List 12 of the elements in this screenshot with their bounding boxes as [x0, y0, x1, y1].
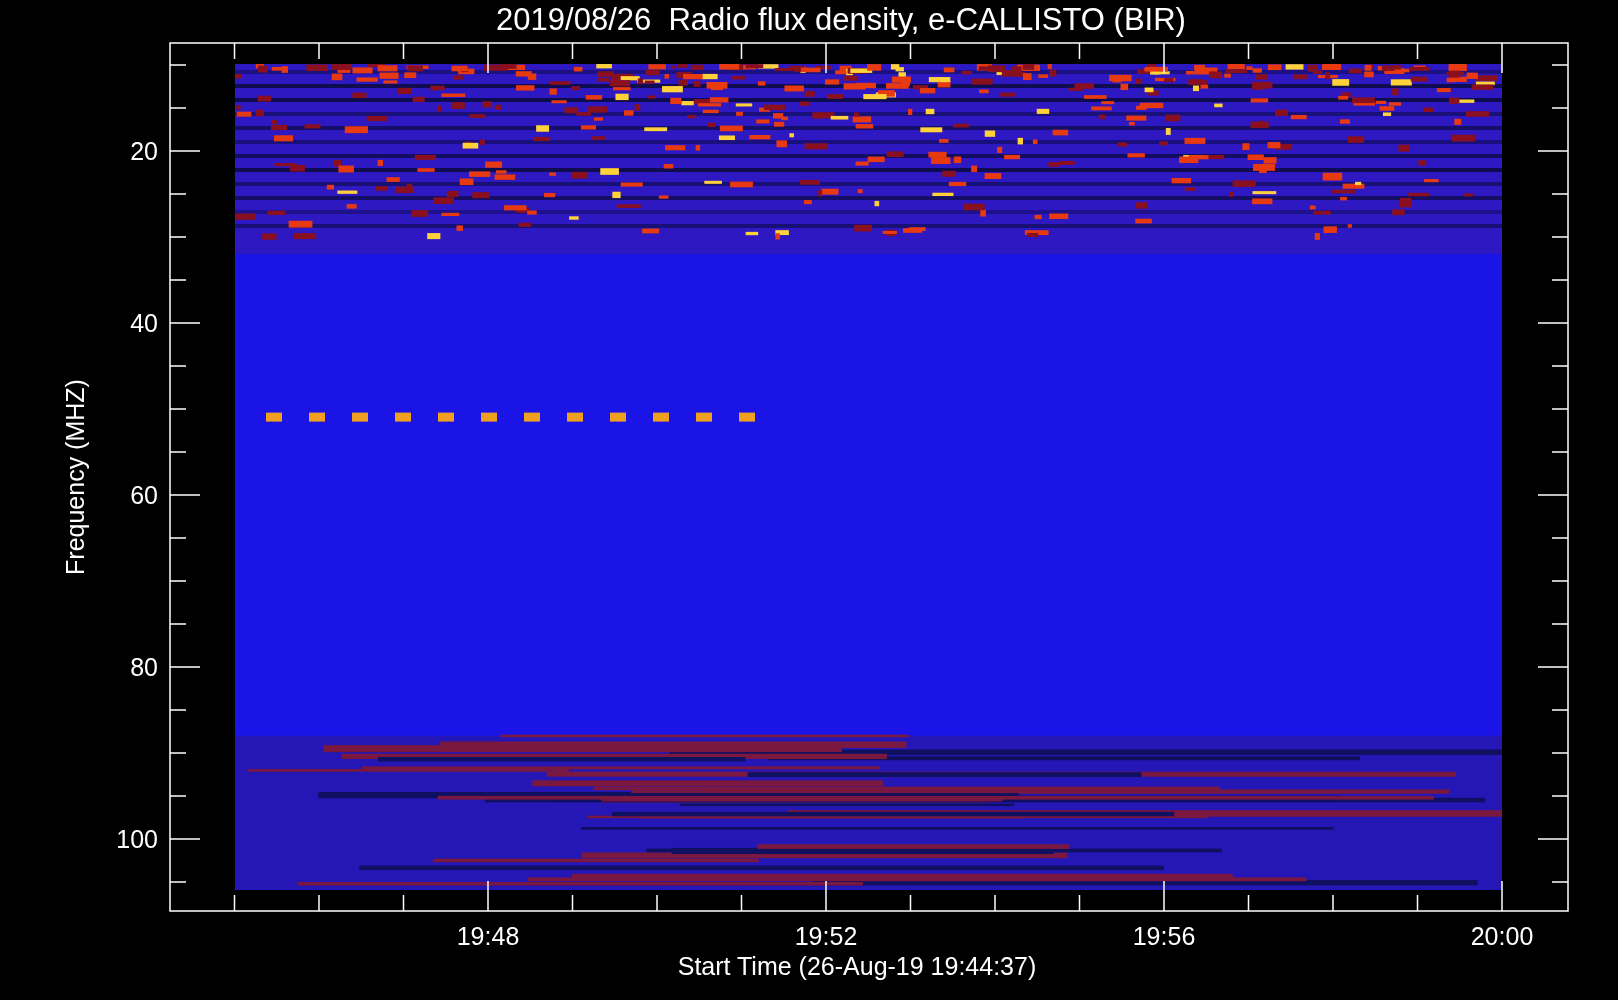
axis-tick-label: 19:48: [456, 922, 520, 950]
chart-title: 2019/08/26 Radio flux density, e-CALLISTO (BIR): [496, 2, 1186, 37]
axis-title: Start Time (26-Aug-19 19:44:37): [677, 952, 1037, 980]
axis-tick-label: 19:56: [1132, 922, 1196, 950]
axis-tick-label: 19:52: [794, 922, 858, 950]
axis-tick-label: 20: [130, 137, 158, 165]
axis-tick-label: 20:00: [1470, 922, 1534, 950]
axis-tick-label: 60: [130, 481, 158, 509]
axis-tick-label: 100: [116, 825, 158, 853]
axis-title: Frequency (MHZ): [61, 379, 89, 575]
axis-tick-label: 80: [130, 653, 158, 681]
axis-tick-label: 40: [130, 309, 158, 337]
